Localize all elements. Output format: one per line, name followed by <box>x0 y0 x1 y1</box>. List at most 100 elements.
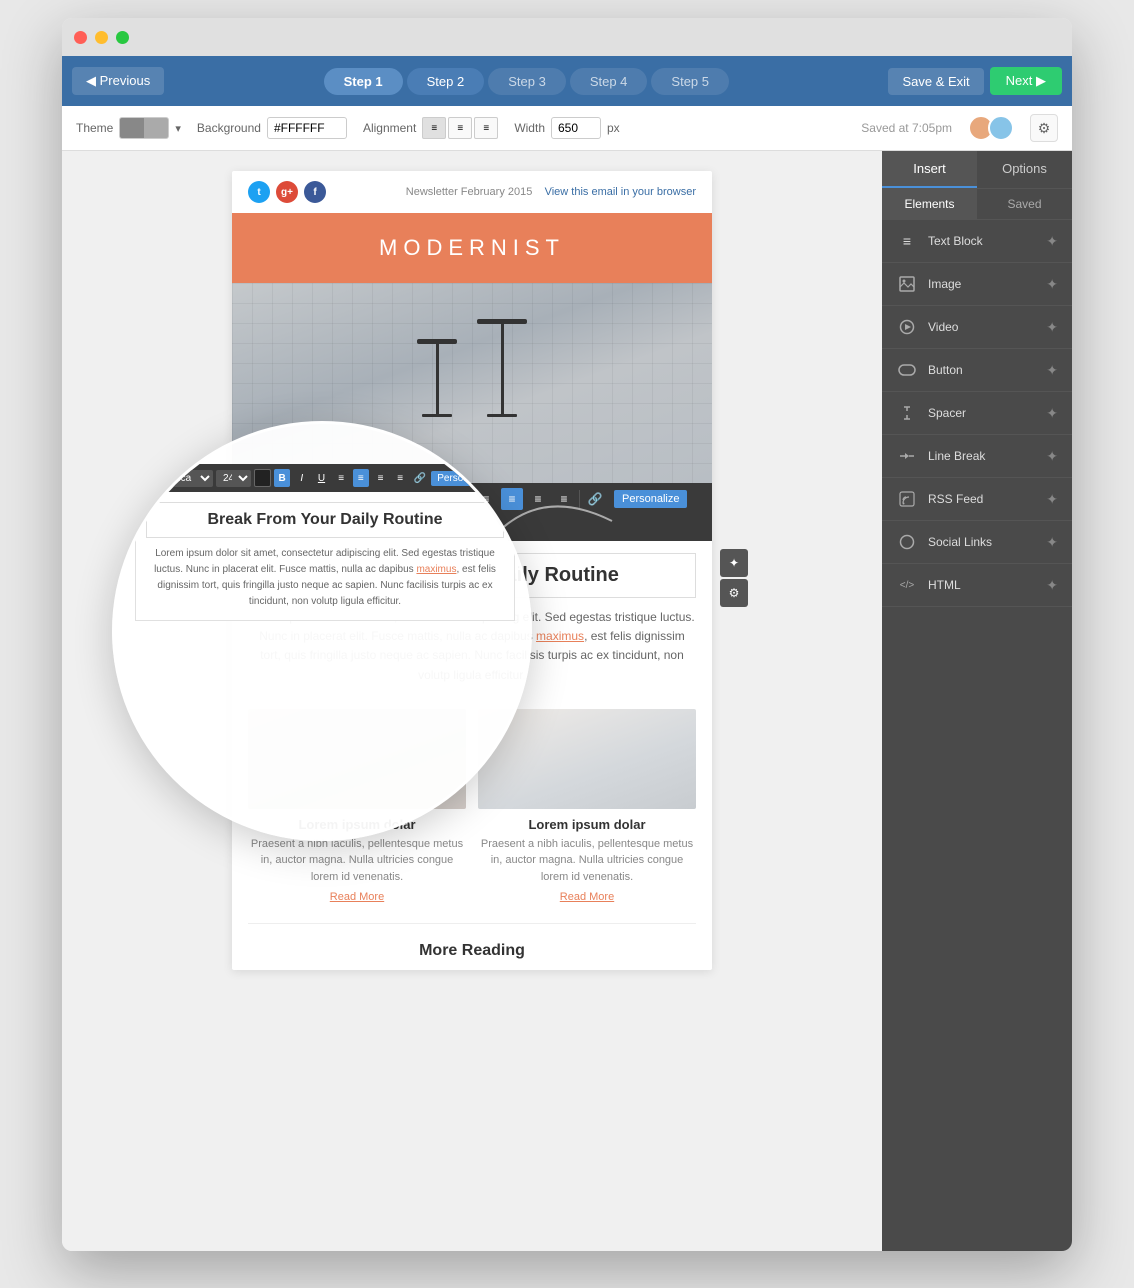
facebook-icon[interactable]: f <box>304 181 326 203</box>
subtab-saved[interactable]: Saved <box>977 189 1072 219</box>
collaborators <box>968 115 1014 141</box>
tab-insert[interactable]: Insert <box>882 151 977 188</box>
text-block-drag[interactable]: ✦ <box>1046 233 1058 250</box>
step-1[interactable]: Step 1 <box>324 68 403 95</box>
align-left-button[interactable]: ≡ <box>422 117 446 139</box>
background-group: Background <box>197 117 347 139</box>
italic-button[interactable]: I <box>418 488 440 510</box>
move-block-button[interactable]: ✦ <box>720 549 748 577</box>
stool-2 <box>477 319 527 417</box>
column-image-inner-1 <box>248 709 466 809</box>
email-header: MODERNIST <box>232 213 712 283</box>
button-icon <box>896 359 918 381</box>
step-4[interactable]: Step 4 <box>570 68 648 95</box>
text-color-button[interactable] <box>366 488 388 510</box>
email-social-bar: t g+ f Newsletter February 2015 View thi… <box>232 171 712 213</box>
sidebar-item-line-break[interactable]: Line Break ✦ <box>882 435 1072 478</box>
rss-feed-drag[interactable]: ✦ <box>1046 491 1058 508</box>
text-block-icon: ≡ <box>896 230 918 252</box>
sidebar-item-video[interactable]: Video ✦ <box>882 306 1072 349</box>
step-5[interactable]: Step 5 <box>651 68 729 95</box>
font-family-select[interactable]: Helvetica <box>240 489 318 509</box>
html-label: HTML <box>928 578 1046 592</box>
step-3[interactable]: Step 3 <box>488 68 566 95</box>
line-break-label: Line Break <box>928 449 1046 463</box>
divider-2 <box>579 490 580 508</box>
alignment-label: Alignment <box>363 121 416 135</box>
video-drag[interactable]: ✦ <box>1046 319 1058 336</box>
alignment-buttons: ≡ ≡ ≡ <box>422 117 498 139</box>
column-link-1[interactable]: Read More <box>248 891 466 903</box>
app-window: ◀ Previous Step 1 Step 2 Step 3 Step 4 S… <box>62 18 1072 1251</box>
stool-leg-1 <box>436 344 439 414</box>
save-exit-button[interactable]: Save & Exit <box>888 68 983 95</box>
alignment-group: Alignment ≡ ≡ ≡ <box>363 117 498 139</box>
sidebar-item-text-block[interactable]: ≡ Text Block ✦ <box>882 220 1072 263</box>
social-links-drag[interactable]: ✦ <box>1046 534 1058 551</box>
background-input[interactable] <box>267 117 347 139</box>
two-column-section: Lorem ipsum dolar Praesent a nibh iaculi… <box>232 697 712 916</box>
button-drag[interactable]: ✦ <box>1046 362 1058 379</box>
sidebar-item-spacer[interactable]: Spacer ✦ <box>882 392 1072 435</box>
rss-feed-label: RSS Feed <box>928 492 1046 506</box>
sidebar: Insert Options Elements Saved ≡ Text Blo… <box>882 151 1072 1251</box>
steps-container: Step 1 Step 2 Step 3 Step 4 Step 5 <box>170 68 882 95</box>
spacer-drag[interactable]: ✦ <box>1046 405 1058 422</box>
theme-swatch[interactable] <box>119 117 169 139</box>
width-input[interactable] <box>551 117 601 139</box>
stool-scene <box>417 319 527 447</box>
previous-button[interactable]: ◀ Previous <box>72 67 164 95</box>
theme-dropdown[interactable]: ▾ <box>175 122 181 135</box>
settings-block-button[interactable]: ⚙ <box>720 579 748 607</box>
tab-options[interactable]: Options <box>977 151 1072 188</box>
sidebar-tabs: Insert Options <box>882 151 1072 189</box>
align-justify-text-button[interactable]: ≡ <box>553 488 575 510</box>
align-center-text-button[interactable]: ≡ <box>501 488 523 510</box>
font-size-select[interactable]: 24 <box>322 489 362 509</box>
view-in-browser-link[interactable]: View this email in your browser <box>545 186 696 198</box>
social-icons: t g+ f <box>248 181 326 203</box>
sidebar-item-html[interactable]: </> HTML ✦ <box>882 564 1072 607</box>
maximus-link[interactable]: maximus <box>536 629 584 643</box>
step-2[interactable]: Step 2 <box>407 68 485 95</box>
column-image-2 <box>478 709 696 809</box>
align-center-button[interactable]: ≡ <box>448 117 472 139</box>
stool-base-1 <box>422 414 452 417</box>
sidebar-item-rss-feed[interactable]: RSS Feed ✦ <box>882 478 1072 521</box>
google-icon[interactable]: g+ <box>276 181 298 203</box>
chevron-down-button[interactable]: ▾ <box>240 514 260 536</box>
maximize-button[interactable] <box>116 31 129 44</box>
theme-label: Theme <box>76 121 113 135</box>
subtab-elements[interactable]: Elements <box>882 189 977 219</box>
html-drag[interactable]: ✦ <box>1046 577 1058 594</box>
link-button[interactable]: 🔗 <box>584 488 606 510</box>
column-title-1: Lorem ipsum dolar <box>248 817 466 832</box>
close-button[interactable] <box>74 31 87 44</box>
editor-toolbar: Theme ▾ Background Alignment ≡ ≡ ≡ Width… <box>62 106 1072 151</box>
social-links-icon <box>896 531 918 553</box>
email-heading[interactable]: Break From Your Daily Routine <box>248 553 696 598</box>
stool-base-2 <box>487 414 517 417</box>
sidebar-item-button[interactable]: Button ✦ <box>882 349 1072 392</box>
align-left-text-button[interactable]: ≡ <box>475 488 497 510</box>
align-right-text-button[interactable]: ≡ <box>527 488 549 510</box>
align-right-button[interactable]: ≡ <box>474 117 498 139</box>
underline-button[interactable]: U <box>444 488 466 510</box>
next-button[interactable]: Next ▶ <box>990 67 1062 95</box>
preview-area: t g+ f Newsletter February 2015 View thi… <box>62 151 882 1251</box>
bold-button[interactable]: B <box>392 488 414 510</box>
rss-feed-icon <box>896 488 918 510</box>
minimize-button[interactable] <box>95 31 108 44</box>
sidebar-item-image[interactable]: Image ✦ <box>882 263 1072 306</box>
email-logo: MODERNIST <box>254 235 690 261</box>
mag-font-select[interactable]: Helvetica <box>141 470 213 487</box>
settings-button[interactable]: ⚙ <box>1030 114 1058 142</box>
sidebar-item-social-links[interactable]: Social Links ✦ <box>882 521 1072 564</box>
twitter-icon[interactable]: t <box>248 181 270 203</box>
column-link-2[interactable]: Read More <box>478 891 696 903</box>
column-image-inner-2 <box>478 709 696 809</box>
column-body-1: Praesent a nibh iaculis, pellentesque me… <box>248 836 466 886</box>
line-break-drag[interactable]: ✦ <box>1046 448 1058 465</box>
personalize-button[interactable]: Personalize <box>614 490 687 508</box>
image-drag[interactable]: ✦ <box>1046 276 1058 293</box>
